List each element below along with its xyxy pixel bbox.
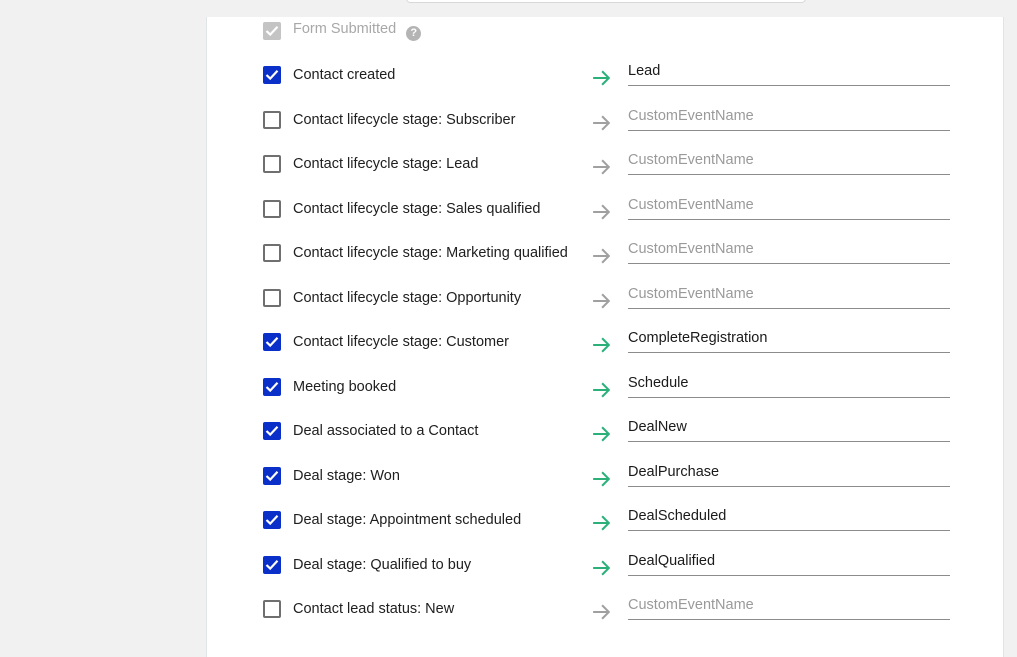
form-submitted-label: Form Submitted xyxy=(293,21,397,37)
arrow-right-icon xyxy=(593,471,610,486)
event-name-field xyxy=(628,413,950,442)
event-mapping-card: Form Submitted ? Contact created Contact … xyxy=(206,17,1004,657)
mapping-label: Contact lifecycle stage: Subscriber xyxy=(293,111,516,128)
mapping-checkbox[interactable] xyxy=(263,600,281,618)
event-name-input[interactable] xyxy=(628,57,950,85)
mapping-row: Meeting booked xyxy=(207,365,1003,409)
arrow-right-icon xyxy=(593,426,610,442)
mapping-row: Contact lead status: New xyxy=(207,587,1003,631)
mapping-label: Contact lifecycle stage: Marketing quali… xyxy=(293,245,568,261)
event-name-field xyxy=(628,279,950,309)
mapping-label: Contact lifecycle stage: Customer xyxy=(293,334,509,350)
arrow-right-icon xyxy=(593,560,610,575)
arrow-right-icon xyxy=(593,293,610,308)
mapping-label: Deal stage: Appointment scheduled xyxy=(293,512,522,528)
form-submitted-checkbox xyxy=(263,22,281,40)
mapping-row: Contact lifecycle stage: Sales qualified xyxy=(207,187,1003,231)
mapping-row: Contact lifecycle stage: Subscriber xyxy=(207,98,1003,142)
mapping-label: Contact lifecycle stage: Lead xyxy=(293,156,479,172)
mapping-checkbox[interactable] xyxy=(263,288,281,307)
question-circle-icon[interactable]: ? xyxy=(406,26,422,41)
mapping-label: Contact created xyxy=(293,67,396,83)
event-name-input[interactable] xyxy=(628,502,950,530)
mapping-row: Contact lifecycle stage: Lead xyxy=(207,142,1003,186)
checkmark-icon xyxy=(265,381,279,392)
form-submitted-row: Form Submitted ? xyxy=(207,9,1003,53)
event-name-input[interactable] xyxy=(628,101,950,130)
mapping-label: Deal associated to a Contact xyxy=(293,423,479,439)
arrow-right-icon xyxy=(593,248,610,264)
mapping-row: Deal stage: Qualified to buy xyxy=(207,543,1003,587)
mapping-checkbox[interactable] xyxy=(263,66,281,84)
event-name-field xyxy=(628,235,950,264)
mapping-checkbox[interactable] xyxy=(263,155,281,173)
mapping-row: Deal stage: Appointment scheduled xyxy=(207,498,1003,542)
event-name-input[interactable] xyxy=(628,546,950,575)
event-name-field xyxy=(628,502,950,531)
mapping-checkbox[interactable] xyxy=(263,555,281,574)
event-name-field xyxy=(628,146,950,175)
mapping-label: Deal stage: Qualified to buy xyxy=(293,556,472,573)
mapping-checkbox[interactable] xyxy=(263,110,281,129)
arrow-right-icon xyxy=(593,204,610,219)
form-submitted-label-wrap: Form Submitted ? xyxy=(293,21,422,41)
mapping-row: Contact lifecycle stage: Customer xyxy=(207,320,1003,364)
mapping-row: Deal stage: Won xyxy=(207,454,1003,498)
checkmark-icon xyxy=(265,470,279,481)
mapping-checkbox[interactable] xyxy=(263,511,281,529)
mapping-checkbox[interactable] xyxy=(263,333,281,351)
mapping-row: Contact lifecycle stage: Opportunity xyxy=(207,276,1003,320)
mapping-row: Contact lifecycle stage: Marketing quali… xyxy=(207,231,1003,275)
mapping-checkbox[interactable] xyxy=(263,377,281,396)
checkmark-icon xyxy=(265,426,279,437)
arrow-right-icon xyxy=(593,115,610,130)
mapping-label: Meeting booked xyxy=(293,378,397,395)
mapping-checkbox[interactable] xyxy=(263,244,281,262)
checkmark-icon xyxy=(265,559,279,570)
mapping-label: Contact lead status: New xyxy=(293,601,455,617)
arrow-right-icon xyxy=(593,382,610,397)
event-name-field xyxy=(628,546,950,576)
event-name-field xyxy=(628,57,950,86)
mapping-row: Deal associated to a Contact xyxy=(207,409,1003,453)
event-name-field xyxy=(628,101,950,131)
checkmark-icon xyxy=(265,337,279,348)
mapping-label: Contact lifecycle stage: Sales qualified xyxy=(293,200,541,217)
event-name-field xyxy=(628,324,950,353)
checkmark-icon xyxy=(265,515,279,526)
checkmark-icon xyxy=(265,70,279,81)
mapping-checkbox[interactable] xyxy=(263,422,281,440)
event-name-field xyxy=(628,591,950,620)
event-name-field xyxy=(628,368,950,398)
top-input-field-edge[interactable] xyxy=(406,0,806,3)
mapping-checkbox[interactable] xyxy=(263,466,281,485)
event-name-input[interactable] xyxy=(628,457,950,486)
event-name-input[interactable] xyxy=(628,324,950,352)
event-name-input[interactable] xyxy=(628,279,950,308)
mapping-row: Contact created xyxy=(207,53,1003,97)
arrow-right-icon xyxy=(593,159,610,175)
event-name-input[interactable] xyxy=(628,146,950,174)
arrow-right-icon xyxy=(593,70,610,86)
arrow-right-icon xyxy=(593,515,610,531)
event-name-input[interactable] xyxy=(628,235,950,263)
event-name-field xyxy=(628,457,950,487)
event-name-field xyxy=(628,190,950,220)
event-name-input[interactable] xyxy=(628,368,950,397)
checkmark-icon xyxy=(265,26,279,37)
mapping-label: Deal stage: Won xyxy=(293,467,400,484)
mapping-label: Contact lifecycle stage: Opportunity xyxy=(293,289,522,306)
arrow-right-icon xyxy=(593,337,610,353)
event-name-input[interactable] xyxy=(628,591,950,619)
event-name-input[interactable] xyxy=(628,413,950,441)
event-name-input[interactable] xyxy=(628,190,950,219)
arrow-right-icon xyxy=(593,604,610,620)
mapping-checkbox[interactable] xyxy=(263,199,281,218)
